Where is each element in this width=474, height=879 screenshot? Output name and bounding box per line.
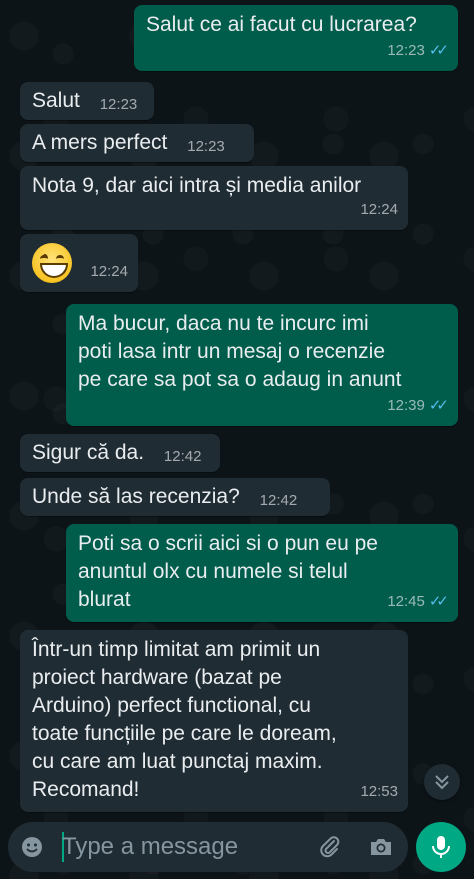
message-time: 12:23 xyxy=(387,42,425,59)
message-time: 12:24 xyxy=(360,201,398,218)
message-meta: 12:53 xyxy=(360,778,398,806)
message-text: Într-un timp limitat am primit un proiec… xyxy=(32,638,337,801)
message-bubble-incoming[interactable]: A mers perfect 12:23 xyxy=(20,124,254,162)
message-input[interactable] xyxy=(62,833,312,861)
message-bubble-incoming[interactable]: Unde să las recenzia? 12:42 xyxy=(20,478,330,516)
message-text: Nota 9, dar aici intra și media anilor xyxy=(32,174,362,197)
message-time: 12:42 xyxy=(259,492,298,509)
microphone-icon xyxy=(432,836,450,858)
message-meta: 12:24 xyxy=(360,196,398,224)
message-bubble-outgoing[interactable]: Poti sa o scrii aici si o pun eu pe anun… xyxy=(66,524,458,622)
message-bubble-incoming[interactable]: Sigur că da. 12:42 xyxy=(20,434,220,472)
read-ticks-icon: ✓✓ xyxy=(428,397,449,414)
message-bubble-incoming[interactable]: Într-un timp limitat am primit un proiec… xyxy=(20,630,408,812)
paperclip-icon[interactable] xyxy=(318,835,342,859)
smiley-icon[interactable] xyxy=(20,835,44,859)
message-text: Salut ce ai facut cu lucrarea? xyxy=(146,13,417,36)
message-time: 12:42 xyxy=(163,448,202,465)
message-meta: 12:42 xyxy=(260,487,298,515)
message-bubble-outgoing[interactable]: Ma bucur, daca nu te incurc imi poti las… xyxy=(66,304,458,426)
message-bubble-incoming[interactable]: 12:24 xyxy=(20,234,138,292)
message-bubble-incoming[interactable]: Salut 12:23 xyxy=(20,82,154,120)
message-text: Salut xyxy=(32,89,80,112)
message-time: 12:23 xyxy=(187,138,225,155)
voice-record-button[interactable] xyxy=(416,822,466,872)
message-text: Unde să las recenzia? xyxy=(32,485,240,508)
message-meta: 12:24 xyxy=(90,258,128,286)
read-ticks-icon: ✓✓ xyxy=(428,593,449,610)
double-chevron-down-icon xyxy=(435,775,449,790)
message-meta: 12:42 xyxy=(164,443,202,471)
message-time: 12:53 xyxy=(360,783,398,800)
message-meta: 12:23 xyxy=(187,133,225,161)
message-bubble-incoming[interactable]: Nota 9, dar aici intra și media anilor 1… xyxy=(20,166,408,230)
message-meta: 12:45 ✓✓ xyxy=(387,588,449,616)
message-time: 12:45 xyxy=(387,593,425,610)
message-text: A mers perfect xyxy=(32,131,168,154)
grinning-face-emoji-icon xyxy=(32,243,72,283)
message-meta: 12:23 ✓✓ xyxy=(387,37,449,65)
camera-icon[interactable] xyxy=(368,835,394,859)
message-meta: 12:39 ✓✓ xyxy=(387,392,449,420)
message-composer xyxy=(8,822,408,872)
message-bubble-outgoing[interactable]: Salut ce ai facut cu lucrarea? 12:23 ✓✓ xyxy=(134,5,458,71)
scroll-to-bottom-button[interactable] xyxy=(424,764,460,800)
read-ticks-icon: ✓✓ xyxy=(428,42,449,59)
message-time: 12:39 xyxy=(387,397,425,414)
message-meta: 12:23 xyxy=(100,91,138,119)
message-time: 12:24 xyxy=(90,263,128,280)
message-time: 12:23 xyxy=(99,96,138,113)
message-text: Sigur că da. xyxy=(32,441,145,464)
message-text: Ma bucur, daca nu te incurc imi poti las… xyxy=(78,312,402,391)
